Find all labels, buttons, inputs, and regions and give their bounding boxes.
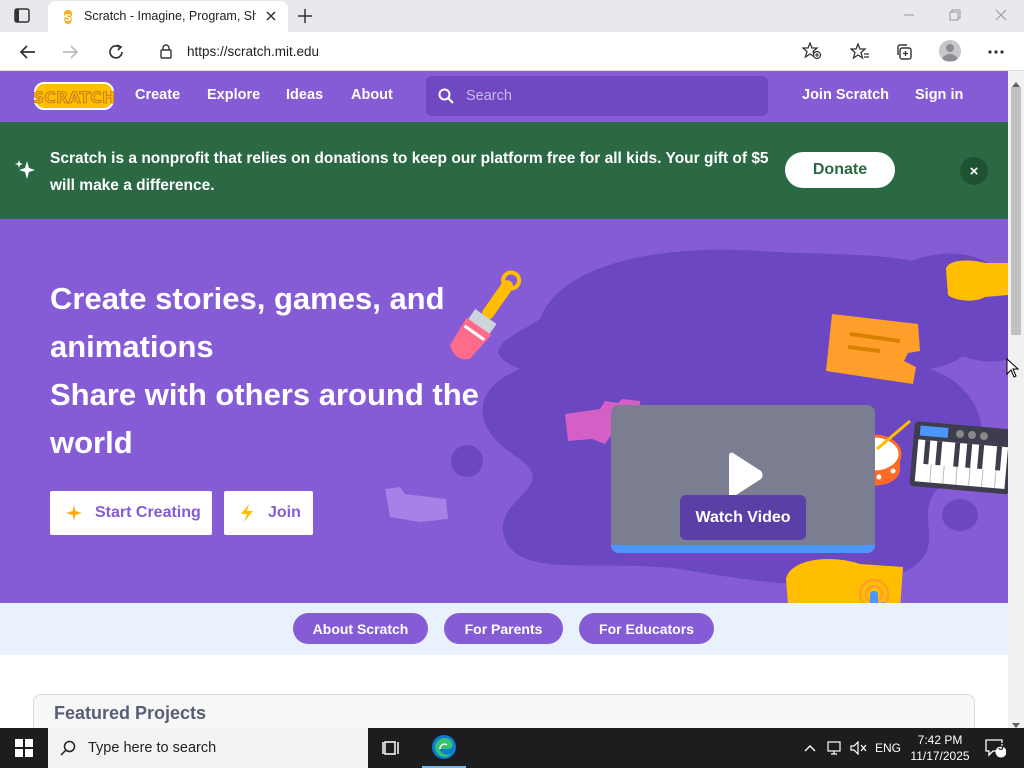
web-page: SCRATCH Create Explore Ideas About Searc…: [0, 71, 1008, 728]
scratch-logo[interactable]: SCRATCH: [32, 81, 116, 111]
search-input[interactable]: Search: [426, 76, 768, 116]
browser-toolbar: https://scratch.mit.edu: [0, 32, 1024, 71]
about-scratch-button[interactable]: About Scratch: [293, 613, 428, 644]
add-favorite-icon[interactable]: [801, 41, 822, 65]
scrollbar-thumb[interactable]: [1011, 87, 1021, 335]
address-bar[interactable]: https://scratch.mit.edu: [145, 35, 835, 67]
notification-count: 5: [998, 742, 1004, 753]
refresh-icon[interactable]: [104, 40, 128, 64]
restore-icon[interactable]: [932, 0, 978, 30]
hero-title-line-1: Create stories, games, and: [50, 281, 445, 316]
nav-about[interactable]: About: [351, 87, 393, 103]
windows-start-icon[interactable]: [0, 728, 48, 768]
clock[interactable]: 7:42 PM 11/17/2025: [905, 732, 975, 764]
featured-projects-box: Featured Projects: [33, 694, 975, 728]
nav-ideas[interactable]: Ideas: [286, 87, 323, 103]
close-window-icon[interactable]: [978, 0, 1024, 30]
tab-title: Scratch - Imagine, Program, Share: [84, 9, 256, 23]
hero-title-line-3: Share with others around the: [50, 377, 479, 412]
banner-text: Scratch is a nonprofit that relies on do…: [50, 150, 769, 194]
for-parents-button[interactable]: For Parents: [444, 613, 563, 644]
windows-taskbar: Type here to search ENG 7:42 PM 11/17/20…: [0, 728, 1024, 768]
notification-icon[interactable]: 5: [980, 728, 1010, 768]
close-icon[interactable]: ×: [960, 157, 988, 185]
show-hidden-icons-icon[interactable]: [800, 728, 820, 768]
tab-actions-icon[interactable]: [12, 7, 34, 25]
page-scrollbar[interactable]: [1008, 71, 1024, 728]
lightning-icon: [239, 503, 255, 528]
join-label: Join: [268, 504, 301, 521]
forward-arrow-icon[interactable]: [58, 40, 82, 64]
search-icon: [60, 740, 76, 761]
task-view-icon[interactable]: [372, 728, 412, 768]
search-placeholder: Search: [466, 88, 512, 104]
hero-title-line-2: animations: [50, 329, 214, 364]
sparkle-icon: [65, 504, 83, 527]
taskbar-search-placeholder: Type here to search: [88, 740, 217, 756]
clock-time: 7:42 PM: [917, 733, 963, 747]
pointing-hand-icon: [858, 578, 890, 603]
video-progress-bar: [611, 545, 875, 553]
lock-icon[interactable]: [159, 43, 173, 64]
tab-close-icon[interactable]: [264, 9, 278, 23]
join-scratch-link[interactable]: Join Scratch: [802, 87, 889, 103]
intro-links-bar: About Scratch For Parents For Educators: [0, 603, 1008, 655]
favorites-icon[interactable]: [848, 40, 872, 64]
sign-in-link[interactable]: Sign in: [915, 87, 963, 103]
new-tab-icon[interactable]: [296, 7, 314, 25]
donate-button[interactable]: Donate: [785, 152, 895, 188]
nav-explore[interactable]: Explore: [207, 87, 260, 103]
start-creating-label: Start Creating: [95, 504, 201, 521]
featured-projects-title: Featured Projects: [54, 703, 207, 723]
svg-text:SCRATCH: SCRATCH: [34, 88, 114, 107]
donation-banner: Scratch is a nonprofit that relies on do…: [0, 122, 1008, 219]
edge-browser-icon[interactable]: [422, 728, 466, 768]
url-text[interactable]: https://scratch.mit.edu: [187, 44, 319, 59]
browser-tab-strip: S Scratch - Imagine, Program, Share: [0, 0, 1024, 32]
start-creating-button[interactable]: Start Creating: [50, 491, 212, 535]
language-indicator[interactable]: ENG: [872, 728, 904, 768]
profile-avatar-icon[interactable]: [939, 40, 961, 62]
for-educators-button[interactable]: For Educators: [579, 613, 714, 644]
mouse-cursor-icon: [1006, 358, 1020, 378]
back-arrow-icon[interactable]: [16, 40, 40, 64]
network-icon[interactable]: [824, 728, 846, 768]
taskbar-search-input[interactable]: Type here to search: [48, 728, 368, 768]
svg-text:S: S: [64, 13, 71, 24]
join-button[interactable]: Join: [224, 491, 313, 535]
hero-title-line-4: world: [50, 425, 133, 460]
search-icon: [438, 88, 454, 109]
scratch-favicon-icon: S: [60, 9, 76, 25]
watch-video-button[interactable]: Watch Video: [680, 495, 806, 540]
hero-section: Create stories, games, and animations Sh…: [0, 219, 1008, 603]
minimize-icon[interactable]: [886, 0, 932, 30]
more-menu-icon[interactable]: [984, 40, 1008, 64]
volume-muted-icon[interactable]: [848, 728, 870, 768]
scratch-navbar: SCRATCH Create Explore Ideas About Searc…: [0, 71, 1008, 122]
nav-create[interactable]: Create: [135, 87, 180, 103]
clock-date: 11/17/2025: [910, 749, 970, 763]
collections-icon[interactable]: [892, 40, 916, 64]
browser-tab[interactable]: S Scratch - Imagine, Program, Share: [48, 1, 288, 32]
sparkle-icon: [14, 159, 36, 186]
